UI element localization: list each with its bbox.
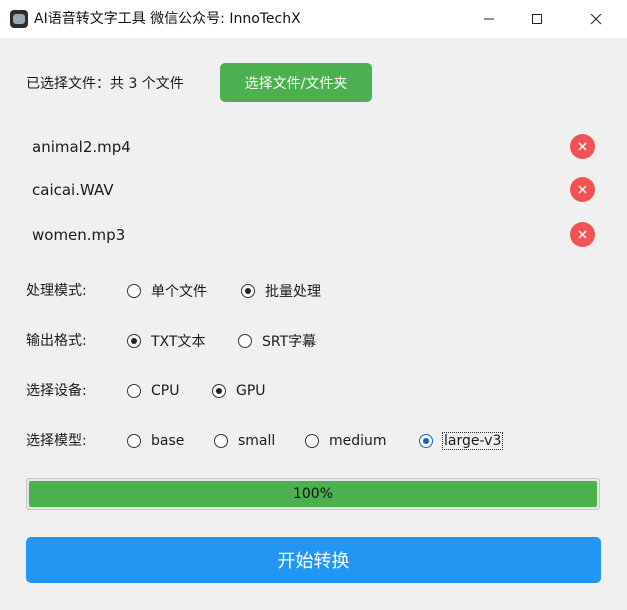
file-list-item: animal2.mp4	[0, 132, 627, 162]
radio-label: GPU	[236, 383, 266, 399]
radio-srt[interactable]: SRT字幕	[238, 331, 316, 351]
remove-file-button[interactable]	[570, 134, 595, 159]
maximize-button[interactable]	[514, 0, 560, 38]
radio-label: TXT文本	[151, 334, 206, 350]
processing-mode-label: 处理模式:	[26, 283, 87, 299]
radio-circle	[127, 434, 141, 448]
radio-model-base[interactable]: base	[127, 431, 184, 451]
start-convert-button[interactable]: 开始转换	[26, 537, 601, 583]
close-icon	[590, 13, 602, 25]
radio-model-large-v3[interactable]: large-v3	[419, 431, 504, 451]
file-name: animal2.mp4	[32, 138, 131, 156]
radio-circle	[127, 284, 141, 298]
file-list-item: caicai.WAV	[0, 175, 627, 205]
minimize-icon	[484, 18, 494, 20]
maximize-icon	[532, 14, 542, 24]
selected-files-summary: 已选择文件：共 3 个文件	[26, 76, 184, 92]
title-bar: AI语音转文字工具 微信公众号: InnoTechX	[0, 0, 627, 38]
radio-label: small	[238, 433, 276, 449]
close-window-button[interactable]	[573, 0, 619, 38]
model-label: 选择模型:	[26, 433, 87, 449]
remove-file-button[interactable]	[570, 177, 595, 202]
radio-cpu[interactable]: CPU	[127, 381, 179, 401]
radio-model-small[interactable]: small	[214, 431, 275, 451]
radio-single-file[interactable]: 单个文件	[127, 281, 207, 301]
close-icon	[578, 230, 587, 239]
close-icon	[578, 185, 587, 194]
window-title: AI语音转文字工具 微信公众号: InnoTechX	[34, 11, 301, 27]
radio-label: medium	[329, 433, 387, 449]
file-name: caicai.WAV	[32, 181, 114, 199]
radio-circle	[127, 384, 141, 398]
app-icon	[10, 10, 28, 28]
close-icon	[578, 142, 587, 151]
radio-circle	[214, 434, 228, 448]
minimize-button[interactable]	[466, 0, 512, 38]
progress-bar: 100%	[26, 478, 600, 510]
radio-circle	[212, 384, 226, 398]
radio-circle	[238, 334, 252, 348]
radio-circle	[241, 284, 255, 298]
radio-model-medium[interactable]: medium	[305, 431, 387, 451]
radio-circle	[127, 334, 141, 348]
radio-circle	[305, 434, 319, 448]
device-label: 选择设备:	[26, 383, 87, 399]
radio-label: SRT字幕	[262, 334, 317, 350]
radio-label: 单个文件	[151, 284, 207, 300]
radio-label: large-v3	[441, 432, 504, 450]
radio-batch-process[interactable]: 批量处理	[241, 281, 321, 301]
radio-gpu[interactable]: GPU	[212, 381, 266, 401]
radio-txt[interactable]: TXT文本	[127, 331, 205, 351]
file-name: women.mp3	[32, 226, 126, 244]
file-list-item: women.mp3	[0, 220, 627, 250]
radio-label: CPU	[151, 383, 180, 399]
progress-text: 100%	[292, 486, 334, 502]
select-files-button[interactable]: 选择文件/文件夹	[220, 63, 372, 102]
radio-label: base	[151, 433, 185, 449]
output-format-label: 输出格式:	[26, 333, 87, 349]
remove-file-button[interactable]	[570, 222, 595, 247]
radio-label: 批量处理	[265, 284, 321, 300]
radio-circle	[419, 434, 433, 448]
